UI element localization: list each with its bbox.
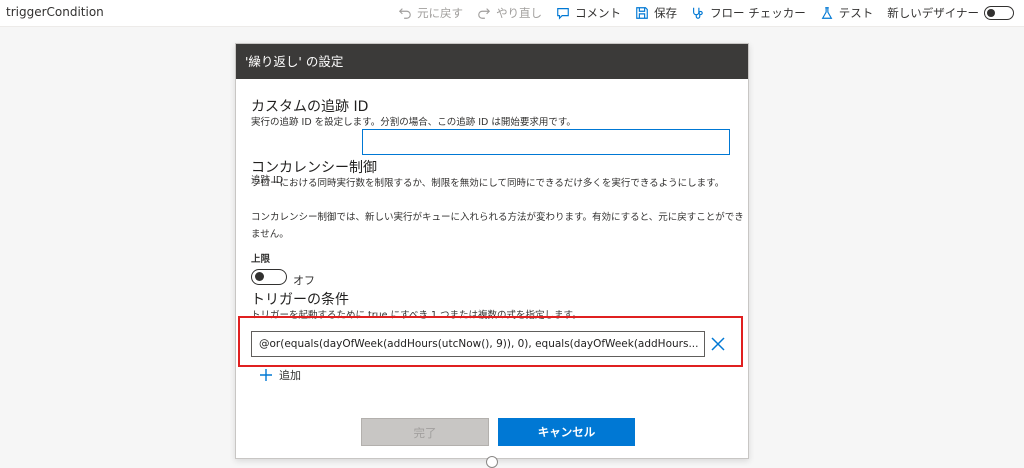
concurrency-title: コンカレンシー制御 <box>251 160 377 176</box>
test-button[interactable]: テスト <box>820 5 874 21</box>
connector-add-icon[interactable] <box>486 456 498 468</box>
new-designer-toggle-group: 新しいデザイナー <box>887 5 1014 21</box>
new-designer-toggle[interactable] <box>984 6 1014 20</box>
concurrency-toggle-state: オフ <box>293 274 315 287</box>
trigger-conditions-title: トリガーの条件 <box>251 292 349 308</box>
save-button[interactable]: 保存 <box>635 5 677 21</box>
stethoscope-icon <box>693 7 703 19</box>
undo-label: 元に戻す <box>417 6 464 20</box>
redo-label: やり直し <box>496 6 543 20</box>
concurrency-description-2: コンカレンシー制御では、新しい実行がキューに入れられる方法が変わります。有効にす… <box>251 212 744 240</box>
undo-button[interactable]: 元に戻す <box>398 5 463 21</box>
redo-button[interactable]: やり直し <box>477 5 542 21</box>
flow-checker-label: フロー チェッカー <box>710 6 806 20</box>
limit-label: 上限 <box>251 254 271 265</box>
flow-checker-button[interactable]: フロー チェッカー <box>691 5 806 21</box>
plus-icon <box>260 369 272 381</box>
redo-icon <box>478 8 491 19</box>
test-label: テスト <box>838 6 874 20</box>
save-icon <box>636 7 648 19</box>
toolbar: 元に戻す やり直し コメント 保存 フロー チェッカー テスト 新しいデザイナー <box>398 3 1014 23</box>
highlight-annotation <box>238 316 743 367</box>
flask-icon <box>821 7 833 19</box>
cancel-button[interactable]: キャンセル <box>498 418 635 446</box>
concurrency-toggle[interactable] <box>251 269 287 285</box>
concurrency-description-1: フローにおける同時実行数を制限するか、制限を無効にして同時にできるだけ多くを実行… <box>251 178 725 189</box>
command-bar: triggerCondition 元に戻す やり直し コメント 保存 フロー チ… <box>0 0 1024 27</box>
settings-dialog: '繰り返し' の設定 カスタムの追跡 ID 実行の追跡 ID を設定します。分割… <box>235 43 749 459</box>
comment-icon <box>557 8 569 20</box>
new-designer-label: 新しいデザイナー <box>887 6 979 20</box>
comment-button[interactable]: コメント <box>556 5 621 21</box>
comment-label: コメント <box>575 6 622 20</box>
undo-icon <box>399 8 411 19</box>
add-condition-label: 追加 <box>279 369 301 382</box>
tracking-id-title: カスタムの追跡 ID <box>251 99 369 115</box>
dialog-title: '繰り返し' の設定 <box>236 44 748 79</box>
add-condition-button[interactable]: 追加 <box>259 367 301 383</box>
save-label: 保存 <box>654 6 678 20</box>
flow-name[interactable]: triggerCondition <box>6 5 104 19</box>
done-button[interactable]: 完了 <box>361 418 489 446</box>
tracking-id-input[interactable] <box>362 129 730 155</box>
